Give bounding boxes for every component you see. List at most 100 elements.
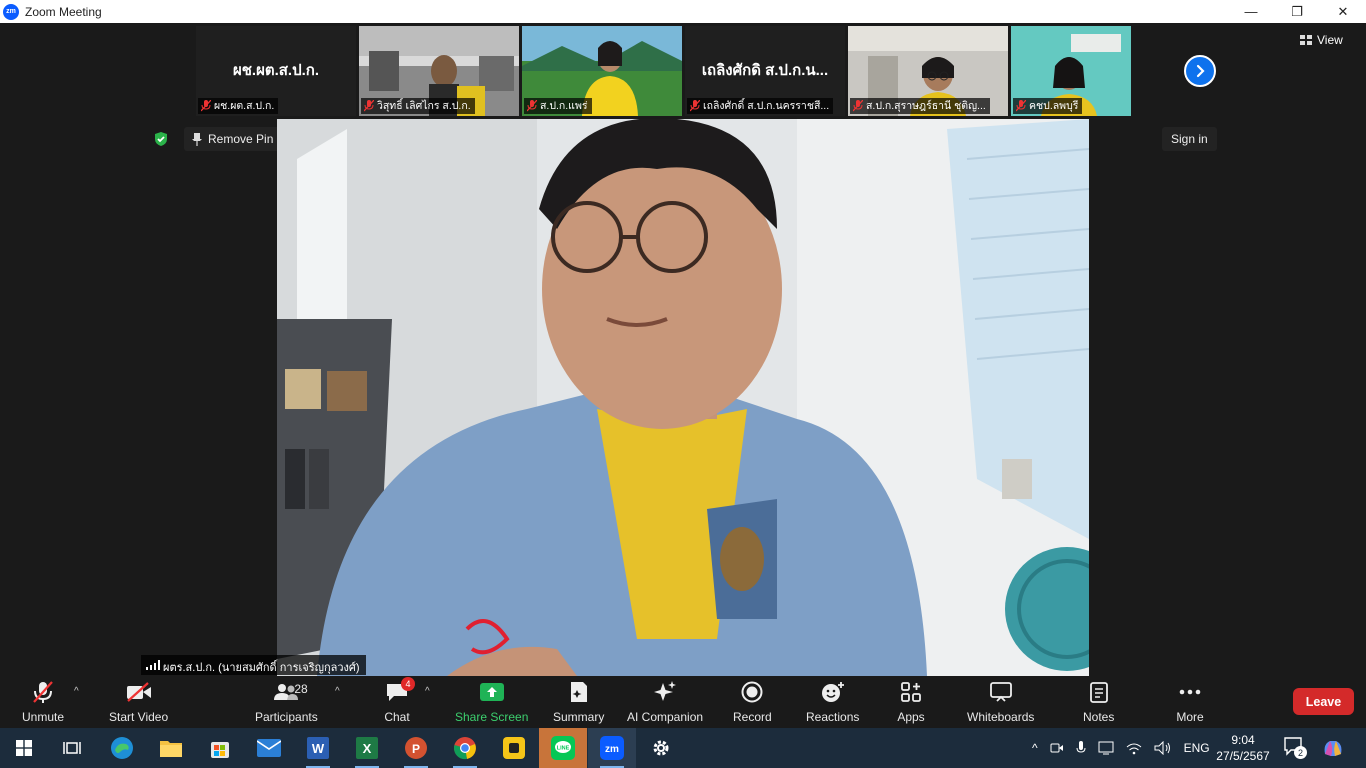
participant-label: วิสุทธิ์ เลิศไกร ส.ป.ก. (377, 100, 471, 112)
svg-text:zm: zm (605, 744, 619, 755)
taskbar-word[interactable]: W (294, 728, 342, 768)
reactions-button[interactable]: Reactions (806, 680, 859, 724)
participants-button[interactable]: 28 Participants (255, 680, 318, 724)
copilot-icon (1324, 741, 1342, 756)
participant-display-name: เถลิงศักดิ ส.ป.ก.น... (701, 62, 829, 79)
taskbar-mail[interactable] (245, 728, 293, 768)
summary-icon (570, 682, 587, 702)
chat-options-caret[interactable]: ^ (425, 686, 430, 697)
participant-tile[interactable]: ส.ป.ก.สุราษฎร์ธานี ชุติญ... (848, 26, 1008, 116)
start-button[interactable] (0, 728, 48, 768)
apps-button[interactable]: Apps (897, 680, 925, 724)
taskbar-zoom[interactable]: zm (588, 728, 636, 768)
audio-options-caret[interactable]: ^ (74, 686, 79, 697)
display-icon[interactable] (1098, 741, 1114, 755)
participant-tile[interactable]: ส.ป.ก.แพร่ (522, 26, 682, 116)
summary-label: Summary (553, 710, 605, 724)
active-speaker-name-tag: ผตร.ส.ป.ก. (นายสมศักดิ์ การเจริญกุลวงศ์) (141, 655, 366, 675)
leave-button[interactable]: Leave (1293, 688, 1354, 715)
reactions-label: Reactions (806, 710, 860, 724)
participants-count: 28 (294, 682, 308, 696)
view-label: View (1317, 33, 1343, 47)
participant-tile[interactable]: วิสุทธิ์ เลิศไกร ส.ป.ก. (359, 26, 519, 116)
ai-companion-label: AI Companion (627, 710, 704, 724)
taskbar-store[interactable] (196, 728, 244, 768)
word-icon: W (307, 737, 329, 759)
line-app-icon: LINE (551, 736, 575, 760)
start-video-button[interactable]: Start Video (109, 680, 168, 724)
grid-view-icon (1300, 35, 1312, 45)
participant-tile[interactable]: คชป.ลพบุรี (1011, 26, 1131, 116)
taskbar-edge[interactable] (98, 728, 146, 768)
notification-count-badge: 2 (1294, 746, 1307, 759)
chat-label: Chat (384, 710, 410, 724)
muted-mic-icon (853, 100, 863, 112)
system-clock[interactable]: 9:04 27/5/2567 (1210, 732, 1276, 764)
notes-button[interactable]: Notes (1083, 680, 1114, 724)
participant-label: คชป.ลพบุรี (1029, 100, 1079, 112)
minimize-button[interactable]: — (1228, 0, 1274, 23)
participant-name-tag: คชป.ลพบุรี (1013, 98, 1083, 114)
participants-options-caret[interactable]: ^ (335, 686, 340, 697)
taskbar-settings[interactable] (637, 728, 685, 768)
view-button[interactable]: View (1300, 33, 1343, 47)
muted-mic-icon (1016, 100, 1026, 112)
show-hidden-icons-button[interactable]: ^ (1032, 741, 1038, 755)
signal-strength-icon (146, 660, 160, 670)
microphone-icon[interactable] (1076, 741, 1086, 755)
notification-center-button[interactable]: 2 (1283, 736, 1307, 760)
participant-name-tag: ผช.ผต.ส.ป.ก. (198, 98, 279, 114)
window-title-bar: zm Zoom Meeting — ❐ ✕ (0, 0, 1366, 23)
remove-pin-label: Remove Pin (208, 132, 274, 146)
record-label: Record (733, 710, 772, 724)
unmute-button[interactable]: Unmute (22, 680, 64, 724)
taskbar-file-explorer[interactable] (147, 728, 195, 768)
participant-tile[interactable]: ผช.ผต.ส.ป.ก. ผช.ผต.ส.ป.ก. (196, 26, 356, 116)
muted-microphone-icon (33, 681, 53, 703)
zoom-app-icon: zm (600, 736, 624, 760)
store-icon (211, 742, 229, 758)
taskbar-excel[interactable]: X (343, 728, 391, 768)
svg-text:X: X (363, 741, 372, 756)
muted-mic-icon (690, 100, 700, 112)
restore-button[interactable]: ❐ (1274, 0, 1320, 23)
ai-companion-button[interactable]: AI Companion (627, 680, 703, 724)
muted-mic-icon (201, 100, 211, 112)
task-view-button[interactable] (48, 728, 96, 768)
taskbar-line[interactable]: LINE (539, 728, 587, 768)
record-button[interactable]: Record (733, 680, 772, 724)
active-speaker-video (277, 119, 1089, 676)
input-language[interactable]: ENG (1184, 741, 1210, 755)
whiteboards-button[interactable]: Whiteboards (967, 680, 1034, 724)
windows-logo-icon (16, 740, 32, 756)
meet-now-icon[interactable] (1050, 741, 1064, 755)
more-button[interactable]: More (1176, 680, 1204, 724)
meeting-area: ผช.ผต.ส.ป.ก. ผช.ผต.ส.ป.ก. วิสุทธิ์ เลิศไ… (0, 23, 1366, 676)
share-screen-button[interactable]: Share Screen (455, 680, 528, 724)
participant-display-name: ผช.ผต.ส.ป.ก. (232, 62, 320, 79)
chat-button[interactable]: 4 Chat (383, 677, 415, 724)
taskbar-app-yellow[interactable] (490, 728, 538, 768)
participant-label: ผช.ผต.ส.ป.ก. (214, 100, 275, 112)
wifi-icon[interactable] (1126, 742, 1142, 755)
chevron-right-icon (1196, 64, 1205, 78)
video-off-icon (126, 682, 151, 702)
copilot-button[interactable] (1321, 736, 1345, 760)
close-window-button[interactable]: ✕ (1320, 0, 1366, 23)
participant-tile[interactable]: เถลิงศักดิ ส.ป.ก.น... เถลิงศักดิ์ ส.ป.ก.… (685, 26, 845, 116)
gear-icon (653, 740, 669, 756)
system-tray: ^ ENG (1032, 728, 1210, 768)
svg-text:P: P (412, 742, 420, 756)
taskbar-chrome[interactable] (441, 728, 489, 768)
next-page-button[interactable] (1184, 55, 1216, 87)
encryption-shield-icon[interactable] (153, 131, 169, 147)
sign-in-label: Sign in (1171, 132, 1208, 146)
sign-in-button[interactable]: Sign in (1162, 127, 1217, 151)
speaker-volume-icon[interactable] (1154, 741, 1172, 755)
taskbar-powerpoint[interactable]: P (392, 728, 440, 768)
remove-pin-button[interactable]: Remove Pin (184, 127, 282, 151)
participants-label: Participants (255, 710, 318, 724)
participant-label: ส.ป.ก.แพร่ (540, 100, 588, 112)
svg-text:LINE: LINE (557, 746, 570, 752)
summary-button[interactable]: Summary (553, 680, 604, 724)
